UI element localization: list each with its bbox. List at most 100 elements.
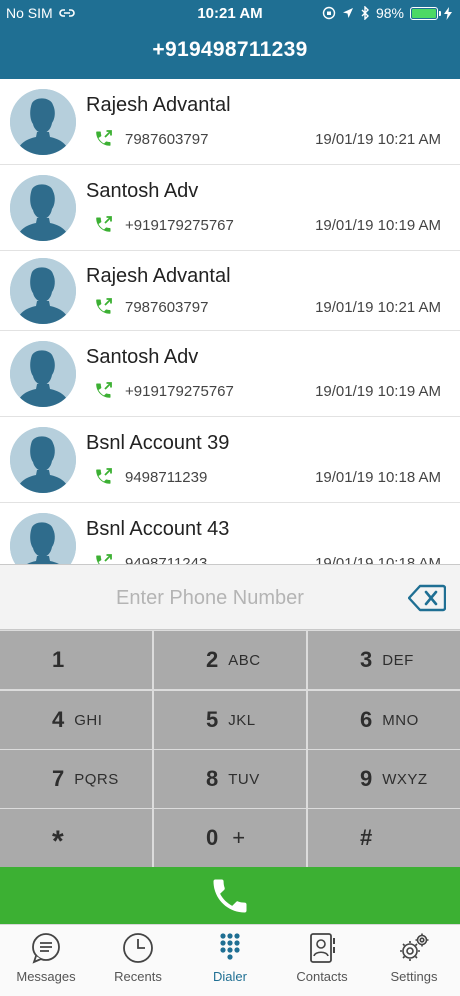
key-1[interactable]: 1 <box>0 631 152 689</box>
tab-messages[interactable]: Messages <box>0 925 92 996</box>
contact-name: Rajesh Advantal <box>86 265 231 288</box>
key-8[interactable]: 8 TUV <box>154 750 306 808</box>
key-5[interactable]: 5 JKL <box>154 691 306 749</box>
key-letters: DEF <box>382 651 414 669</box>
recent-call-row[interactable]: Bsnl Account 39 9498711239 19/01/19 10:18 … <box>0 417 460 503</box>
tab-label: Contacts <box>296 969 348 984</box>
contacts-icon <box>310 933 335 963</box>
location-icon <box>342 8 353 18</box>
call-datetime: 19/01/19 10:19 AM <box>315 382 441 400</box>
key-digit: 2 <box>206 647 219 672</box>
key-letters: ABC <box>228 651 261 669</box>
avatar <box>10 427 76 493</box>
avatar <box>10 341 76 407</box>
call-datetime: 19/01/19 10:21 AM <box>315 299 441 316</box>
gear-icon <box>400 933 429 961</box>
key-digit: # <box>360 825 373 850</box>
contact-name: Santosh Adv <box>86 180 199 203</box>
battery-percent: 98% <box>375 5 404 21</box>
call-datetime: 19/01/19 10:18 AM <box>315 468 441 486</box>
tab-bar: Messages Recents Dialer Contacts Setting… <box>0 924 460 996</box>
recent-call-row[interactable]: Rajesh Advantal 7987603797 19/01/19 10:21 … <box>0 251 460 331</box>
recent-call-row[interactable]: Santosh Adv +919179275767 19/01/19 10:19 A… <box>0 331 460 417</box>
bluetooth-icon <box>361 6 369 20</box>
key-letters: TUV <box>228 770 260 788</box>
call-datetime: 19/01/19 10:19 AM <box>315 216 441 234</box>
key-letters: PQRS <box>74 770 119 788</box>
tab-dialer[interactable]: Dialer <box>184 925 276 996</box>
contact-name: Rajesh Advantal <box>86 94 231 117</box>
key-digit: 4 <box>52 707 65 732</box>
contact-number: +919179275767 <box>125 382 234 400</box>
contact-number: 7987603797 <box>125 299 209 316</box>
phone-number-input[interactable] <box>40 578 380 618</box>
key-digit: 9 <box>360 766 373 791</box>
key-digit: 0 <box>206 825 219 850</box>
outgoing-call-icon <box>93 467 113 487</box>
tab-label: Messages <box>16 969 76 984</box>
key-digit: * <box>52 825 64 858</box>
key-3[interactable]: 3 DEF <box>308 631 460 689</box>
header-bar: No SIM 10:21 AM 98% +919498711239 <box>0 0 460 79</box>
key-digit: 6 <box>360 707 373 732</box>
recent-call-row[interactable]: Bsnl Account 43 9498711243 19/01/19 10:18 … <box>0 503 460 564</box>
status-bar: No SIM 10:21 AM 98% <box>0 0 460 28</box>
contact-number: +919179275767 <box>125 216 234 234</box>
messages-icon <box>32 933 60 964</box>
page-title: +919498711239 <box>152 38 308 61</box>
outgoing-call-icon <box>93 129 113 149</box>
key-letters: WXYZ <box>382 770 428 788</box>
contact-number: 9498711243 <box>125 554 208 564</box>
call-datetime: 19/01/19 10:21 AM <box>315 130 441 148</box>
tab-recents[interactable]: Recents <box>92 925 184 996</box>
key-letters: GHI <box>74 711 103 729</box>
avatar <box>10 513 76 564</box>
call-datetime: 19/01/19 10:18 AM <box>315 554 441 564</box>
key-digit: 7 <box>52 766 65 791</box>
key-4[interactable]: 4 GHI <box>0 691 152 749</box>
key-letters: JKL <box>228 711 256 729</box>
tab-label: Dialer <box>213 969 247 984</box>
key-7[interactable]: 7 PQRS <box>0 750 152 808</box>
key-star[interactable]: * <box>0 809 152 867</box>
contact-number: 7987603797 <box>125 130 209 148</box>
phone-icon <box>213 879 247 912</box>
key-6[interactable]: 6 MNO <box>308 691 460 749</box>
tab-label: Recents <box>114 969 162 984</box>
outgoing-call-icon <box>93 297 113 317</box>
recent-call-row[interactable]: Santosh Adv +919179275767 19/01/19 10:19 A… <box>0 165 460 251</box>
key-digit: 5 <box>206 707 219 732</box>
outgoing-call-icon <box>93 381 113 401</box>
phone-entry-bar <box>0 564 460 630</box>
tab-contacts[interactable]: Contacts <box>276 925 368 996</box>
outgoing-call-icon <box>93 215 113 235</box>
keypad-icon <box>220 933 240 960</box>
avatar <box>10 89 76 155</box>
key-hash[interactable]: # <box>308 809 460 867</box>
charging-icon <box>444 6 452 20</box>
key-digit: 8 <box>206 766 219 791</box>
key-0[interactable]: 0 + <box>154 809 306 867</box>
outgoing-call-icon <box>93 553 113 564</box>
keypad: 1 2 ABC 3 DEF 4 GHI 5 JKL 6 MNO 7 PQRS 8 TUV 9 WXYZ * 0 + # <box>0 630 460 867</box>
contact-number: 9498711239 <box>125 468 208 486</box>
clock-icon <box>123 933 153 963</box>
battery-icon <box>410 6 441 20</box>
recent-calls-list: Rajesh Advantal 7987603797 19/01/19 10:21 … <box>0 79 460 564</box>
key-digit: 1 <box>52 647 65 672</box>
recent-call-row[interactable]: Rajesh Advantal 7987603797 19/01/19 10:21 … <box>0 79 460 165</box>
key-2[interactable]: 2 ABC <box>154 631 306 689</box>
orientation-lock-icon <box>322 6 336 20</box>
tab-settings[interactable]: Settings <box>368 925 460 996</box>
key-digit: 3 <box>360 647 373 672</box>
key-9[interactable]: 9 WXYZ <box>308 750 460 808</box>
contact-name: Bsnl Account 39 <box>86 432 230 455</box>
key-letters: MNO <box>382 711 419 729</box>
call-button[interactable] <box>0 867 460 924</box>
contact-name: Bsnl Account 43 <box>86 518 230 541</box>
backspace-icon[interactable] <box>408 584 446 612</box>
tab-label: Settings <box>390 969 438 984</box>
avatar <box>10 258 76 324</box>
avatar <box>10 175 76 241</box>
contact-name: Santosh Adv <box>86 346 199 369</box>
